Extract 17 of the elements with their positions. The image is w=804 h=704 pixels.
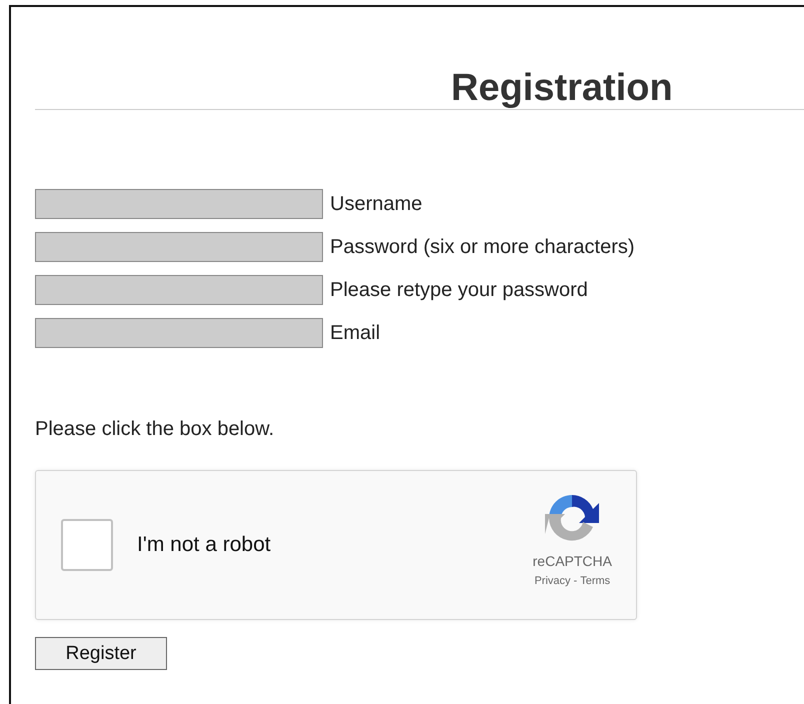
- captcha-label: I'm not a robot: [137, 533, 271, 557]
- input-field[interactable]: [35, 318, 323, 348]
- footer-link[interactable]: Privacy: [534, 575, 571, 587]
- input-field[interactable]: [35, 232, 323, 262]
- register-button[interactable]: Register: [35, 637, 167, 670]
- input-field[interactable]: [35, 189, 323, 219]
- captcha-checkbox[interactable]: [61, 519, 113, 571]
- page-title: Registration: [451, 67, 674, 109]
- footer-link[interactable]: Terms: [580, 575, 610, 587]
- field-label: Username: [330, 192, 422, 216]
- field-label: Please retype your password: [330, 278, 588, 302]
- field-label: Email: [330, 322, 380, 344]
- instruction-text: Please click the box below.: [35, 418, 276, 441]
- captcha-brand: reCAPTCHA: [532, 553, 612, 569]
- input-field[interactable]: [35, 275, 323, 305]
- field-label: Password (six or more characters): [330, 236, 635, 258]
- link-separator: -: [574, 575, 578, 587]
